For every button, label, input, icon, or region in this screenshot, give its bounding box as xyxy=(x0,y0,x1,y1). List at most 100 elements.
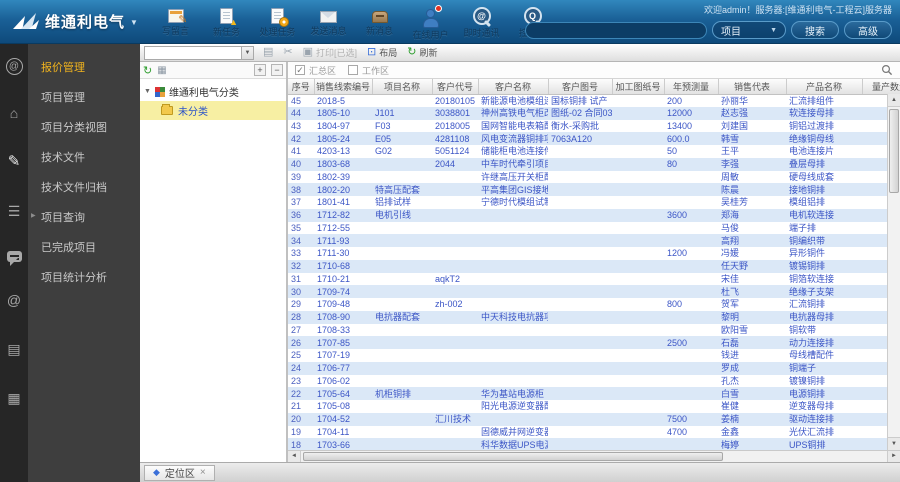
table-row[interactable]: 30 1709-74 杜飞 绝缘子支架 xyxy=(288,285,900,298)
tree-refresh-icon[interactable]: ↻ xyxy=(143,64,152,77)
column-header-客户图号[interactable]: 客户图号 xyxy=(548,79,613,95)
home-icon[interactable]: ⌂ xyxy=(4,104,24,124)
table-row[interactable]: 23 1706-02 孔杰 镀镍铜排 xyxy=(288,375,900,388)
table-row[interactable]: 41 4203-13 G02 5051124 储能柜电池连接件 50 王平 电池连接片 xyxy=(288,145,900,158)
table-row[interactable]: 44 1805-10 J101 3038801 神州高铁电气柜改造图纸-02 合同031… xyxy=(288,106,900,120)
nav-item-online-users[interactable]: 在线用户 xyxy=(405,2,456,41)
sidebar-item-项目分类视图[interactable]: 项目分类视图 xyxy=(28,112,140,142)
tree-node-unclassified[interactable]: 未分类 xyxy=(140,101,286,120)
column-header-年预测量[interactable]: 年预测量 xyxy=(664,79,719,95)
vertical-scroll-thumb[interactable] xyxy=(889,109,899,193)
table-row[interactable]: 33 1711-30 1200 冯媛 异形铜件 xyxy=(288,247,900,260)
cell xyxy=(612,285,664,298)
chat-bubble-icon[interactable] xyxy=(6,251,22,266)
chat-search-icon xyxy=(472,7,491,28)
sidebar-item-报价管理[interactable]: 报价管理 xyxy=(28,52,140,82)
nav-item-send-message[interactable]: 发送消息 xyxy=(303,2,354,41)
table-row[interactable]: 43 1804-97 F03 2018005 国网智能电表箱配套衡水-采购批 13400 刘… xyxy=(288,120,900,133)
nav-item-message-board[interactable]: 写留言 xyxy=(150,2,201,41)
global-search-input[interactable] xyxy=(525,21,707,39)
column-header-产品名称[interactable]: 产品名称 xyxy=(786,79,863,95)
nav-item-new-task[interactable]: 新任务 xyxy=(201,2,252,41)
tree-settings-icon[interactable]: ▦ xyxy=(157,65,166,76)
column-header-客户代号[interactable]: 客户代号 xyxy=(432,79,479,95)
table-row[interactable]: 39 1802-39 许继高压开关柜配套 周敏 硬母线成套 xyxy=(288,171,900,184)
table-row[interactable]: 34 1711-93 高翔 铜编织带 xyxy=(288,234,900,247)
table-row[interactable]: 28 1708-90 电抗器配套 中天科技电抗器项目 黎明 电抗器母排 xyxy=(288,310,900,324)
tree-root-node[interactable]: ▼ 维通利电气分类 xyxy=(140,82,286,101)
grid-search-icon[interactable] xyxy=(881,64,893,76)
vertical-scrollbar[interactable] xyxy=(887,94,900,450)
sidebar-item-项目统计分析[interactable]: 项目统计分析 xyxy=(28,262,140,292)
scroll-down-icon[interactable] xyxy=(888,437,900,450)
table-row[interactable]: 38 1802-20 特高压配套 平高集团GIS接地排 陈晨 接地铜排 xyxy=(288,183,900,196)
nav-item-instant-chat[interactable]: 即时通讯 xyxy=(456,2,507,41)
filter-option-2-label: 工作区 xyxy=(362,65,390,76)
table-row[interactable]: 37 1801-41 铝排试样 宁德时代模组试制 A2V 吴桂芳 模组铝排 xyxy=(288,196,900,209)
table-row[interactable]: 27 1708-33 欧阳雪 铜软带 xyxy=(288,324,900,337)
scroll-up-icon[interactable] xyxy=(888,94,900,107)
column-header-量产数量[interactable]: 量产数量 xyxy=(862,79,900,95)
column-header-客户名称[interactable]: 客户名称 xyxy=(478,79,549,95)
at-icon[interactable]: @ xyxy=(4,291,24,311)
column-header-序号[interactable]: 序号 xyxy=(288,79,315,95)
table-row[interactable]: 24 1706-77 罗成 铜端子 xyxy=(288,361,900,375)
book-icon[interactable]: ▤ xyxy=(4,340,24,360)
search-button[interactable]: 搜索 xyxy=(791,21,839,39)
checkbox-icon[interactable] xyxy=(295,65,305,75)
table-row[interactable]: 31 1710-21 aqkT2 宋佳 铜箔软连接 xyxy=(288,273,900,286)
table-row[interactable]: 21 1705-08 阳光电源逆变器配套 崔健 逆变器母排 xyxy=(288,400,900,413)
column-header-销售代表[interactable]: 销售代表 xyxy=(718,79,787,95)
tree-expander-icon[interactable]: ▼ xyxy=(144,88,151,95)
tree-expand-all-button[interactable]: + xyxy=(254,64,266,76)
table-row[interactable]: 26 1707-85 2500 石磊 动力连接排 xyxy=(288,336,900,349)
table-row[interactable]: 20 1704-52 汇川技术 7500 姜楠 驱动连接排 xyxy=(288,412,900,426)
advanced-search-button[interactable]: 高级 xyxy=(844,21,892,39)
scroll-right-icon[interactable] xyxy=(887,451,900,462)
table-row[interactable]: 42 1805-24 E05 4281108 风电变流器铜排项目7063A120 600.… xyxy=(288,132,900,145)
cell xyxy=(372,298,432,311)
filter-option-2[interactable]: 工作区 xyxy=(348,64,389,77)
table-row[interactable]: 25 1707-19 钱进 母线槽配件 xyxy=(288,349,900,362)
filter-option-1[interactable]: 汇总区 xyxy=(295,64,336,77)
table-row[interactable]: 36 1712-82 电机引线 3600 郑海 电机软连接 xyxy=(288,208,900,222)
checkbox-icon[interactable] xyxy=(348,65,359,75)
horizontal-scrollbar[interactable] xyxy=(288,450,900,462)
close-icon[interactable]: × xyxy=(200,467,206,478)
column-header-销售线索编号[interactable]: 销售线索编号 xyxy=(314,79,373,95)
doc-warning-icon xyxy=(220,8,238,27)
layout-button[interactable]: ⊡ 布局 xyxy=(367,46,397,59)
table-row[interactable]: 18 1703-66 科华数据UPS电源 梅婷 UPS铜排 xyxy=(288,438,900,450)
column-header-加工图纸号[interactable]: 加工图纸号 xyxy=(612,79,665,95)
combo-dropdown-icon[interactable]: ▼ xyxy=(241,46,253,59)
edit-icon[interactable]: ✎ xyxy=(4,153,24,173)
database-icon[interactable]: ☰ xyxy=(4,202,24,222)
horizontal-scroll-thumb[interactable] xyxy=(303,452,723,461)
column-header-项目名称[interactable]: 项目名称 xyxy=(372,79,433,95)
scroll-left-icon[interactable] xyxy=(288,451,301,462)
sidebar-item-技术文件归档[interactable]: 技术文件归档 xyxy=(28,172,140,202)
sidebar-item-技术文件[interactable]: 技术文件 xyxy=(28,142,140,172)
sidebar-item-已完成项目[interactable]: 已完成项目 xyxy=(28,232,140,262)
table-row[interactable]: 35 1712-55 马俊 端子排 xyxy=(288,222,900,235)
view-combo[interactable]: ▼ xyxy=(144,45,254,60)
search-category-select[interactable]: 项目 ▼ xyxy=(712,21,786,39)
table-row[interactable]: 32 1710-68 任天野 镀锡铜排 xyxy=(288,259,900,273)
app-logo[interactable]: 维通利电气 ▼ xyxy=(0,11,148,32)
sidebar-item-项目管理[interactable]: 项目管理 xyxy=(28,82,140,112)
im-search-icon[interactable]: @ xyxy=(5,58,23,75)
dock-tab-locator[interactable]: ◆ 定位区 × xyxy=(144,464,215,481)
table-row[interactable]: 40 1803-68 2044 中车时代牵引项目 80 李强 叠层母排 xyxy=(288,157,900,171)
cell xyxy=(664,285,718,298)
sidebar-item-项目查询[interactable]: 项目查询 xyxy=(28,202,140,232)
table-row[interactable]: 22 1705-64 机柜铜排 华为基站电源柜 白雪 电源铜排 xyxy=(288,387,900,400)
modules-icon[interactable]: ▦ xyxy=(4,389,24,409)
nav-item-new-message[interactable]: 新消息 xyxy=(354,2,405,41)
table-row[interactable]: 45 2018-5 20180105 新能源电池模组连接排国标铜排 试产 200 孙丽华 汇… xyxy=(288,94,900,107)
refresh-button[interactable]: ↻ 刷新 xyxy=(407,46,437,59)
tree-collapse-all-button[interactable]: − xyxy=(271,64,283,76)
view-combo-input[interactable] xyxy=(145,46,241,59)
nav-item-handle-task[interactable]: 处理任务 xyxy=(252,2,303,41)
table-row[interactable]: 19 1704-11 固德威并网逆变器 4700 金鑫 光伏汇流排 xyxy=(288,426,900,439)
table-row[interactable]: 29 1709-48 zh-002 800 贺军 汇流铜排 xyxy=(288,298,900,311)
